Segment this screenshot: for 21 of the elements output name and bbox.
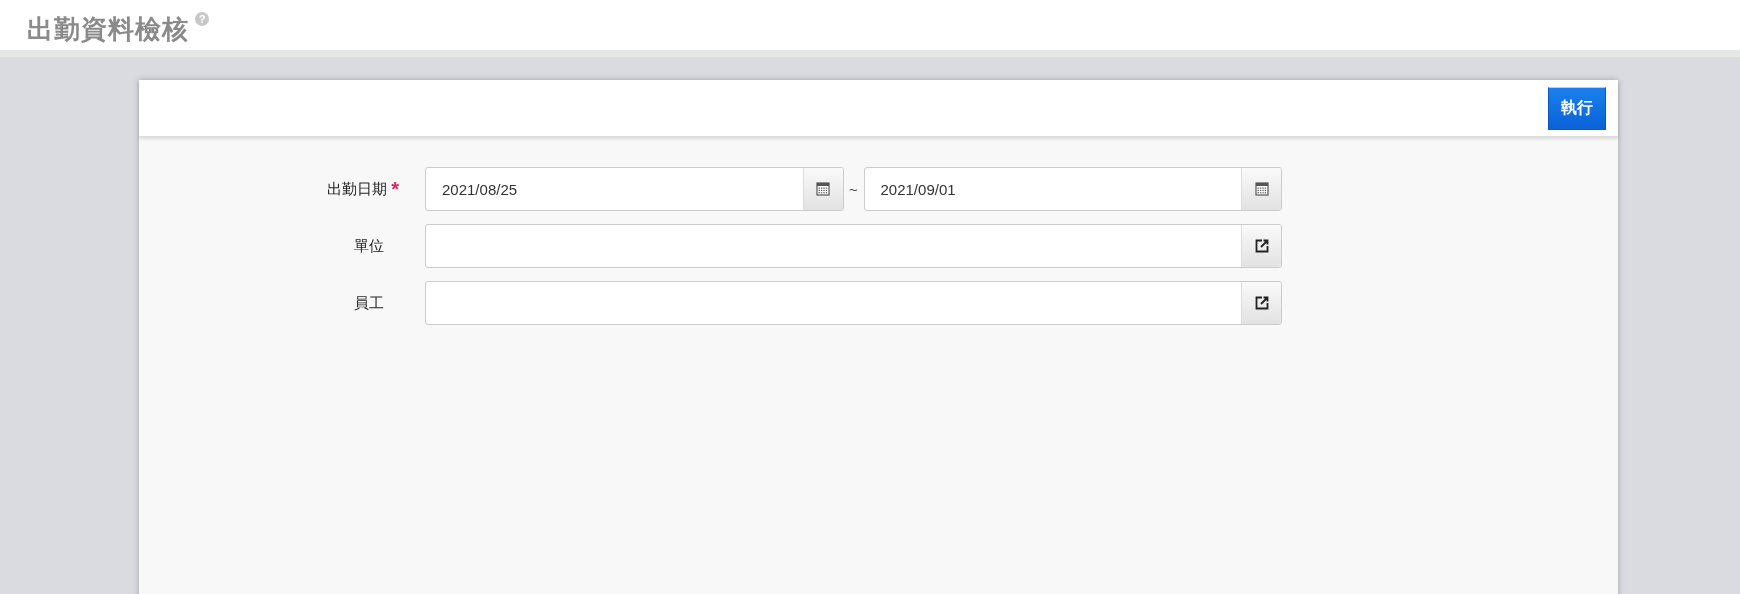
open-window-icon [1253, 295, 1270, 311]
input-field[interactable] [425, 224, 1282, 268]
open-button[interactable] [1241, 282, 1281, 324]
date-field[interactable]: 2021/09/01 [863, 167, 1282, 211]
open-window-icon [1253, 238, 1270, 254]
page-title: 出勤資料檢核 [27, 13, 189, 46]
calendar-icon [1253, 181, 1270, 197]
field-value: 2021/09/01 [879, 180, 957, 198]
required-mark: * [391, 177, 399, 201]
date-field[interactable]: 2021/08/25 [425, 167, 844, 211]
calendar-icon [815, 181, 831, 197]
open-button[interactable] [1241, 225, 1281, 267]
input-field[interactable] [425, 281, 1282, 325]
run-button[interactable]: 執行 [1548, 86, 1606, 130]
calendar-button[interactable] [802, 168, 843, 210]
field-label: 單位 [354, 236, 384, 256]
field-label: 員工 [354, 293, 384, 313]
field-label: 出勤日期 [327, 179, 388, 199]
range-separator: ~ [848, 180, 859, 198]
field-value: 2021/08/25 [441, 180, 519, 198]
calendar-button[interactable] [1241, 168, 1281, 210]
